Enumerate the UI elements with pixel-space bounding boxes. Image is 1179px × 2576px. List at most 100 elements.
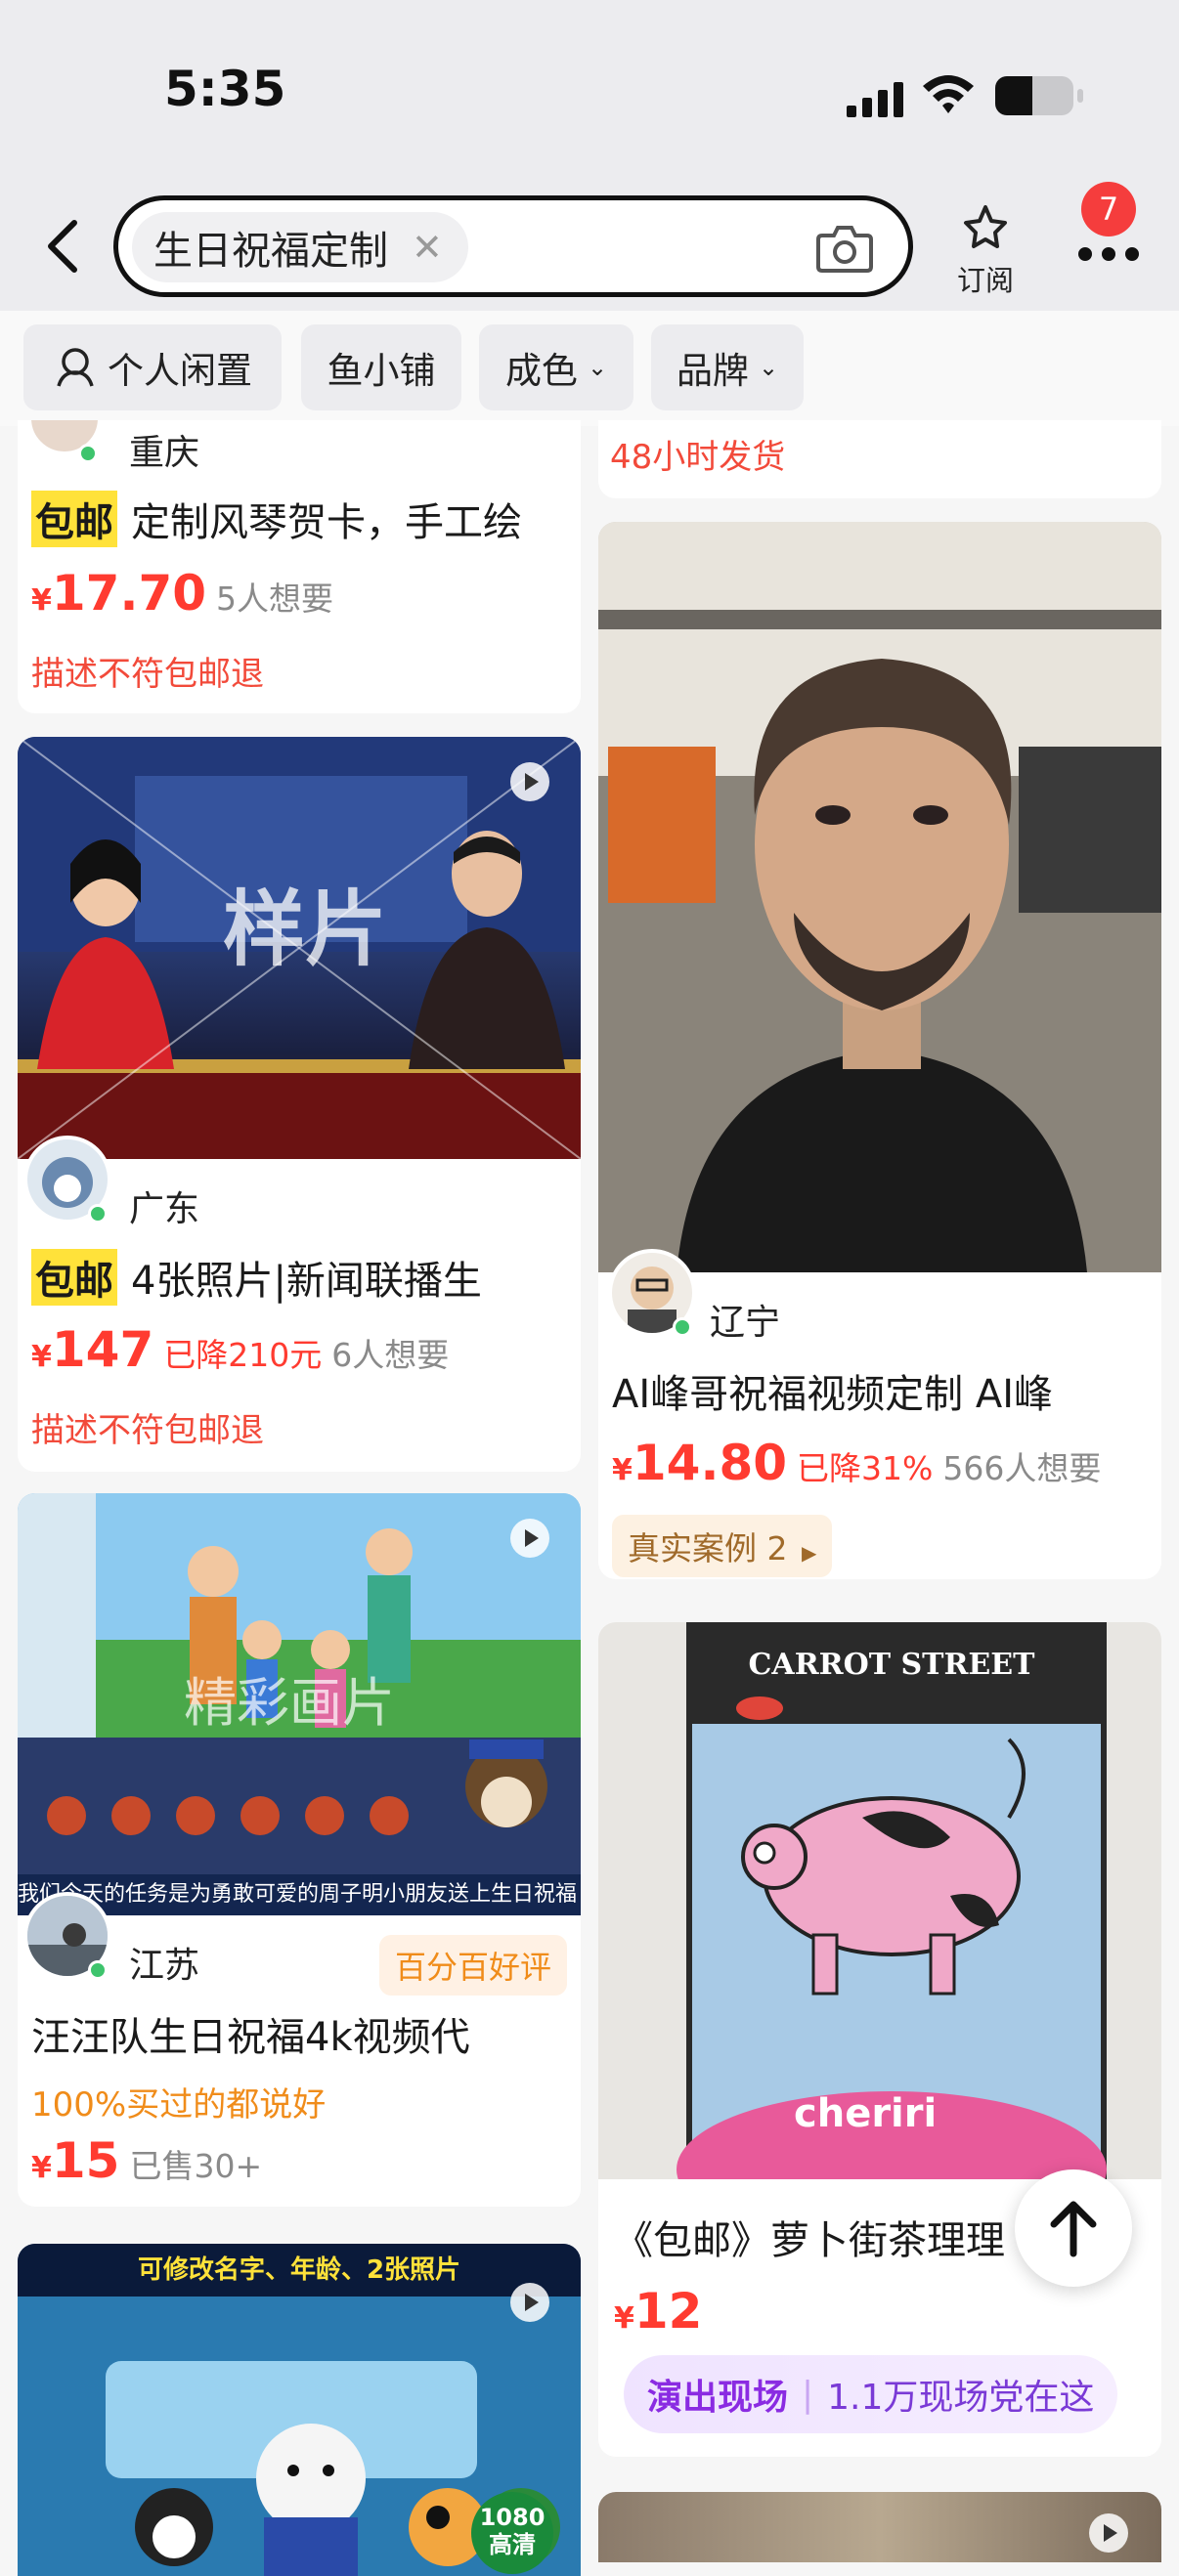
price-row: ¥17.70 5人想要 bbox=[31, 565, 333, 622]
product-title-text: 定制风琴贺卡，手工绘 bbox=[131, 500, 522, 545]
currency-symbol: ¥ bbox=[612, 1453, 633, 1487]
free-shipping-tag: 包邮 bbox=[31, 491, 117, 547]
product-image: 样片 bbox=[18, 737, 581, 1159]
product-title-text: 4张照片|新闻联播生 bbox=[131, 1259, 482, 1304]
hd-label: 高清 bbox=[489, 2531, 536, 2558]
filter-label: 鱼小铺 bbox=[327, 350, 436, 392]
currency-symbol: ¥ bbox=[614, 2301, 634, 2336]
arrow-up-icon bbox=[1050, 2201, 1097, 2257]
product-card[interactable]: 精彩画片 我们今天的任务是为勇敢可爱的周子明小朋友送上生日祝福 江苏 百分百好评… bbox=[18, 1493, 581, 2207]
star-pin-icon bbox=[964, 205, 1007, 248]
currency-symbol: ¥ bbox=[31, 2151, 52, 2185]
play-triangle-icon: ▶ bbox=[802, 1541, 817, 1565]
product-card[interactable]: 重庆 包邮 定制风琴贺卡，手工绘 ¥17.70 5人想要 描述不符包邮退 bbox=[18, 420, 581, 713]
filter-bar: 个人闲置 鱼小铺 成色 ⌄ 品牌 ⌄ bbox=[0, 311, 1179, 426]
status-bar: 5:35 bbox=[0, 0, 1179, 186]
price-row: ¥14.80 已降31% 566人想要 bbox=[612, 1435, 1101, 1491]
product-card-tail[interactable]: 48小时发货 bbox=[598, 420, 1161, 498]
clear-query-icon[interactable]: ✕ bbox=[412, 226, 443, 269]
video-play-icon bbox=[510, 762, 549, 801]
chevron-down-icon: ⌄ bbox=[758, 354, 779, 381]
search-query-chip[interactable]: 生日祝福定制 ✕ bbox=[132, 212, 468, 282]
video-play-icon bbox=[510, 2283, 549, 2322]
video-watermark: 精彩画片 bbox=[184, 1672, 395, 1734]
shipping-note: 48小时发货 bbox=[610, 438, 786, 477]
price-value: 12 bbox=[633, 2283, 703, 2340]
seller-location: 广东 bbox=[129, 1189, 200, 1229]
live-event-banner[interactable]: 演出现场 | 1.1万现场党在这 bbox=[624, 2355, 1118, 2433]
price-row: ¥147 已降210元 6人想要 bbox=[31, 1321, 449, 1378]
product-image: 可修改名字、年龄、2张照片 1080 高清 bbox=[18, 2244, 581, 2576]
online-indicator bbox=[78, 444, 98, 463]
video-play-icon bbox=[1089, 2513, 1128, 2553]
image-brand-text: CARROT STREET bbox=[748, 1648, 1035, 1682]
scroll-to-top-button[interactable] bbox=[1015, 2169, 1132, 2287]
filter-label: 个人闲置 bbox=[108, 350, 252, 392]
currency-symbol: ¥ bbox=[31, 1340, 52, 1374]
rating-badge: 百分百好评 bbox=[379, 1935, 568, 1996]
product-title: 包邮 定制风琴贺卡，手工绘 bbox=[31, 491, 579, 547]
video-caption: 我们今天的任务是为勇敢可爱的周子明小朋友送上生日祝福 bbox=[18, 1882, 578, 1907]
person-icon bbox=[57, 348, 94, 387]
product-image: CARROT STREET cheriri bbox=[598, 1622, 1161, 2179]
cellular-signal-icon bbox=[847, 82, 903, 117]
filter-label: 成色 bbox=[504, 350, 578, 392]
real-example-link[interactable]: 真实案例 2 ▶ bbox=[612, 1515, 833, 1577]
price-row: ¥12 bbox=[614, 2283, 702, 2340]
price-value: 15 bbox=[51, 2132, 120, 2189]
sample-watermark: 样片 bbox=[223, 881, 388, 977]
praise-text: 100%买过的都说好 bbox=[31, 2085, 327, 2125]
separator: | bbox=[802, 2374, 814, 2415]
filter-personal-idle[interactable]: 个人闲置 bbox=[23, 324, 282, 410]
battery-icon bbox=[995, 76, 1083, 115]
camera-icon[interactable] bbox=[816, 222, 873, 273]
product-title: 包邮 4张照片|新闻联播生 bbox=[31, 1249, 579, 1306]
product-card[interactable]: 样片 广东 包邮 4张照片|新闻联播生 ¥147 已降210元 6人想要 描述不符包邮… bbox=[18, 737, 581, 1472]
return-policy: 描述不符包邮退 bbox=[31, 1411, 264, 1450]
currency-symbol: ¥ bbox=[31, 583, 52, 618]
hd-badge: 1080 高清 bbox=[471, 2492, 553, 2574]
product-card[interactable] bbox=[598, 2492, 1161, 2562]
product-card[interactable]: 辽宁 AI峰哥祝福视频定制 AI峰 ¥14.80 已降31% 566人想要 真实案例… bbox=[598, 522, 1161, 1579]
return-policy: 描述不符包邮退 bbox=[31, 655, 264, 694]
chevron-down-icon: ⌄ bbox=[587, 354, 608, 381]
status-time: 5:35 bbox=[164, 61, 286, 117]
subscribe-label: 订阅 bbox=[956, 264, 1014, 297]
price-drop: 已降210元 bbox=[163, 1336, 323, 1374]
live-event-label: 演出现场 bbox=[647, 2378, 789, 2418]
filter-label: 品牌 bbox=[676, 350, 749, 392]
price-value: 147 bbox=[51, 1321, 154, 1378]
product-image: 精彩画片 我们今天的任务是为勇敢可爱的周子明小朋友送上生日祝福 bbox=[18, 1493, 581, 1915]
filter-fish-shop[interactable]: 鱼小铺 bbox=[301, 324, 461, 410]
image-logo-text: cheriri bbox=[794, 2091, 938, 2136]
image-banner: 可修改名字、年龄、2张照片 bbox=[137, 2255, 461, 2285]
free-shipping-tag: 包邮 bbox=[31, 1249, 117, 1306]
online-indicator bbox=[88, 1204, 108, 1224]
product-card[interactable]: 可修改名字、年龄、2张照片 1080 高清 bbox=[18, 2244, 581, 2576]
notification-badge: 7 bbox=[1081, 182, 1136, 236]
product-image bbox=[598, 522, 1161, 1272]
online-indicator bbox=[88, 1960, 108, 1980]
sold-count: 已售30+ bbox=[129, 2147, 263, 2185]
product-title: 汪汪队生日祝福4k视频代 bbox=[31, 2015, 470, 2060]
price-row: ¥15 已售30+ bbox=[31, 2132, 262, 2189]
search-bar[interactable]: 生日祝福定制 ✕ bbox=[113, 195, 913, 297]
wants-count: 5人想要 bbox=[216, 580, 334, 618]
price-drop: 已降31% bbox=[797, 1449, 934, 1487]
wifi-icon bbox=[923, 75, 974, 113]
filter-brand[interactable]: 品牌 ⌄ bbox=[651, 324, 804, 410]
subscribe-button[interactable]: 订阅 bbox=[946, 201, 1025, 299]
wants-count: 6人想要 bbox=[331, 1336, 450, 1374]
product-card[interactable]: CARROT STREET cheriri 《包邮》萝卜街茶理理 ¥12 演出现… bbox=[598, 1622, 1161, 2457]
product-title: AI峰哥祝福视频定制 AI峰 bbox=[612, 1372, 1054, 1417]
portrait-photo bbox=[598, 522, 1161, 1272]
live-event-count: 1.1万现场党在这 bbox=[827, 2378, 1095, 2418]
back-arrow-icon[interactable] bbox=[39, 217, 88, 276]
price-value: 14.80 bbox=[632, 1435, 788, 1491]
seller-location: 江苏 bbox=[129, 1946, 200, 1986]
wants-count: 566人想要 bbox=[942, 1449, 1102, 1487]
filter-condition[interactable]: 成色 ⌄ bbox=[479, 324, 633, 410]
product-title: 《包邮》萝卜街茶理理 bbox=[614, 2218, 1005, 2263]
seller-location: 重庆 bbox=[129, 433, 200, 473]
real-example-label: 真实案例 2 bbox=[628, 1529, 788, 1567]
